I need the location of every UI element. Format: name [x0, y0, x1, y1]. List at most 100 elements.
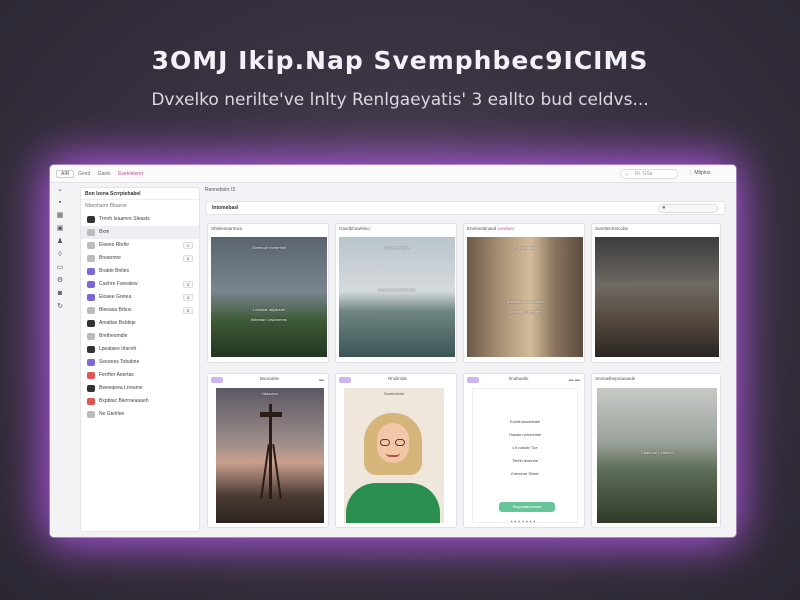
user-name: Mtlptos [694, 170, 711, 176]
sidebar-item-label: Bretheomdle [99, 333, 128, 339]
sidebar-item[interactable]: Ne Gtelrlee [81, 408, 199, 421]
form-card[interactable]: Ilnobuetle ▬ ▬ Eoerthosuebbdel Hrawle no… [463, 373, 585, 528]
form-preview: Eoerthosuebbdel Hrawle nonorelnel Ltr ns… [472, 388, 578, 523]
sidebar-item-label: Cuehre Fareatew [99, 281, 138, 287]
sidebar-item-label: Trmrh Ieaamre Sleasts [99, 216, 150, 222]
sidebar-header: Bon Izena Scrrptehabel [81, 188, 199, 200]
card-photo: Sonxneebgbe Sammeraleebtelberer [339, 237, 455, 357]
sidebar-item-label: Eloaee Gretea [99, 294, 132, 300]
sidebar-item[interactable]: Seeanes Tobabne [81, 356, 199, 369]
sidebar-item[interactable]: Lpeataee Irlarvilr [81, 343, 199, 356]
person-shirt [346, 483, 440, 523]
sidebar-item[interactable]: Eloees Rbrtle 1 [81, 239, 199, 252]
sidebar-item-count: 1 [183, 242, 193, 249]
sidebar-item-label: Lpeataee Irlarvilr [99, 346, 137, 352]
sidebar-item-icon [87, 242, 95, 249]
card-caption: Gasdbhowlelvo [339, 226, 370, 231]
sidebar-item-count: 5 [183, 307, 193, 314]
sidebar-item-label: Seeanes Tobabne [99, 359, 140, 365]
tab-0[interactable]: Gend [78, 171, 90, 177]
app-logo-pill[interactable]: AIR [56, 170, 75, 178]
more-icon[interactable]: ▬ [319, 377, 324, 383]
sidebar-item-label: Ferrfter Aeertas [99, 372, 134, 378]
photo-text-mid: Sbalrnoe Letteber [641, 450, 673, 455]
sidebar-item-icon [87, 255, 95, 262]
user-icon[interactable]: ♟ [50, 235, 70, 248]
sidebar-item-count: 2 [183, 255, 193, 262]
app-window: AIR Gend Gaels Evetvelerer ○ Ri. GSa ⋮ M… [50, 165, 736, 537]
card-caption: Ilnobuetle [509, 376, 529, 381]
card-caption-text: Enehantbnaed [467, 226, 497, 231]
sidebar-item[interactable]: Bxpbtac Bierroeaaaeh [81, 395, 199, 408]
top-search-input[interactable]: ○ Ri. GSa [620, 169, 678, 179]
photo-text-top: Sonxneebgbe [384, 245, 410, 250]
tower-illustration [260, 404, 282, 499]
sidebar-item-label: Bratde Bntles [99, 268, 130, 274]
sidebar-item-icon [87, 346, 95, 353]
sidebar-item[interactable]: Trmrh Ieaamre Sleasts [81, 213, 199, 226]
media-card[interactable]: Rnolimde Tsobeotede [335, 373, 457, 528]
card-caption-accent: Lereben [497, 226, 515, 231]
media-card[interactable]: Bsoratnle ▬ Ntasctoo [207, 373, 329, 528]
card-caption: Suerttectretcobe [595, 226, 629, 231]
sidebar-item-icon [87, 294, 95, 301]
sidebar-item[interactable]: Bretheomdle [81, 330, 199, 343]
card-photo: Sbertnoe eomrrtnel Lotmoar otlyaouel Inl… [211, 237, 327, 357]
sidebar-item-label: Bxre [99, 229, 110, 235]
sidebar-item-icon [87, 229, 95, 236]
sidebar-item[interactable]: Bweeqeea Lrreame [81, 382, 199, 395]
card-tag [339, 377, 351, 383]
top-search-placeholder: Ri. GSa [635, 171, 653, 177]
sidebar-item[interactable]: Amattse Bebtiqe [81, 317, 199, 330]
gear-icon[interactable]: ⚙ [50, 274, 70, 287]
card-tag [211, 377, 223, 383]
box-icon[interactable]: ▭ [50, 261, 70, 274]
media-card[interactable]: Snmaelbepriaeaede Sbalrnoe Letteber [591, 373, 721, 528]
sidebar-item-count: 3 [183, 281, 193, 288]
card-photo: Ntasctoo [216, 388, 324, 523]
sidebar-item[interactable]: Bratde Bntles [81, 265, 199, 278]
sidebar-item[interactable]: Eloaee Gretea 4 [81, 291, 199, 304]
sidebar-item-icon [87, 281, 95, 288]
tab-1[interactable]: Gaels [98, 171, 111, 177]
sidebar-item-label: Breaomre [99, 255, 121, 261]
card-toolbar-icons[interactable]: ▪▪▪▪▪▪▪ [464, 519, 584, 525]
card-caption: Bsoratnle [260, 376, 280, 381]
main-search-input[interactable]: ● [658, 204, 718, 213]
card-photo: Fabdrnatbrb Aneeotboe leboarnel Nleatrie… [467, 237, 583, 357]
sidebar-item[interactable]: Bxre [81, 226, 199, 239]
sidebar-item-label: Bxpbtac Bierroeaaaeh [99, 398, 149, 404]
media-card[interactable]: Gasdbhowlelvo Sonxneebgbe Sammeraleebtel… [335, 223, 457, 363]
sidebar-item-icon [87, 372, 95, 379]
chevron-down-icon[interactable]: ⌄ [50, 183, 70, 196]
sidebar-item[interactable]: Breaomre 2 [81, 252, 199, 265]
media-card[interactable]: Suerttectretcobe [591, 223, 721, 363]
sidebar-subheader: Nbeohamr Bbaeve [85, 203, 127, 209]
shield-icon[interactable]: ◊ [50, 248, 70, 261]
top-tabs: Gend Gaels Evetvelerer [78, 171, 149, 177]
tab-2[interactable]: Evetvelerer [118, 171, 143, 177]
sidebar-item[interactable]: Bleeasa Brbus 5 [81, 304, 199, 317]
sidebar-item-icon [87, 320, 95, 327]
sidebar-item[interactable]: Ferrfter Aeertas [81, 369, 199, 382]
photo-text-mid: Aneeotboe leboarnel [506, 299, 544, 304]
sidebar-item-icon [87, 216, 95, 223]
form-submit-button[interactable]: Stopnaatpowme [499, 502, 555, 512]
more-icon[interactable]: ▬ ▬ [569, 377, 580, 383]
photo-text-bottom: Nleatrie Plrereder [509, 309, 541, 314]
refresh-icon[interactable]: ↻ [50, 300, 70, 313]
camera-icon[interactable]: ◙ [50, 287, 70, 300]
sidebar-item[interactable]: Cuehre Fareatew 3 [81, 278, 199, 291]
sidebar-item-label: Eloees Rbrtle [99, 242, 130, 248]
home-icon[interactable]: ▪ [50, 196, 70, 209]
sidebar-item-icon [87, 307, 95, 314]
media-card[interactable]: Enehantbnaed Lereben Fabdrnatbrb Aneeotb… [463, 223, 585, 363]
calendar-icon[interactable]: ▣ [50, 222, 70, 235]
user-menu[interactable]: ⋮ Mtlptos [688, 170, 711, 176]
card-caption: Snmaelbepriaeaede [595, 376, 636, 381]
card-caption: Rnolimde [388, 376, 408, 381]
grid-icon[interactable]: ▦ [50, 209, 70, 222]
media-card[interactable]: Shtelenearrtrea Sbertnoe eomrrtnel Lotmo… [207, 223, 329, 363]
card-tag [467, 377, 479, 383]
breadcrumb[interactable]: Reonebolrr I2 [205, 187, 235, 193]
